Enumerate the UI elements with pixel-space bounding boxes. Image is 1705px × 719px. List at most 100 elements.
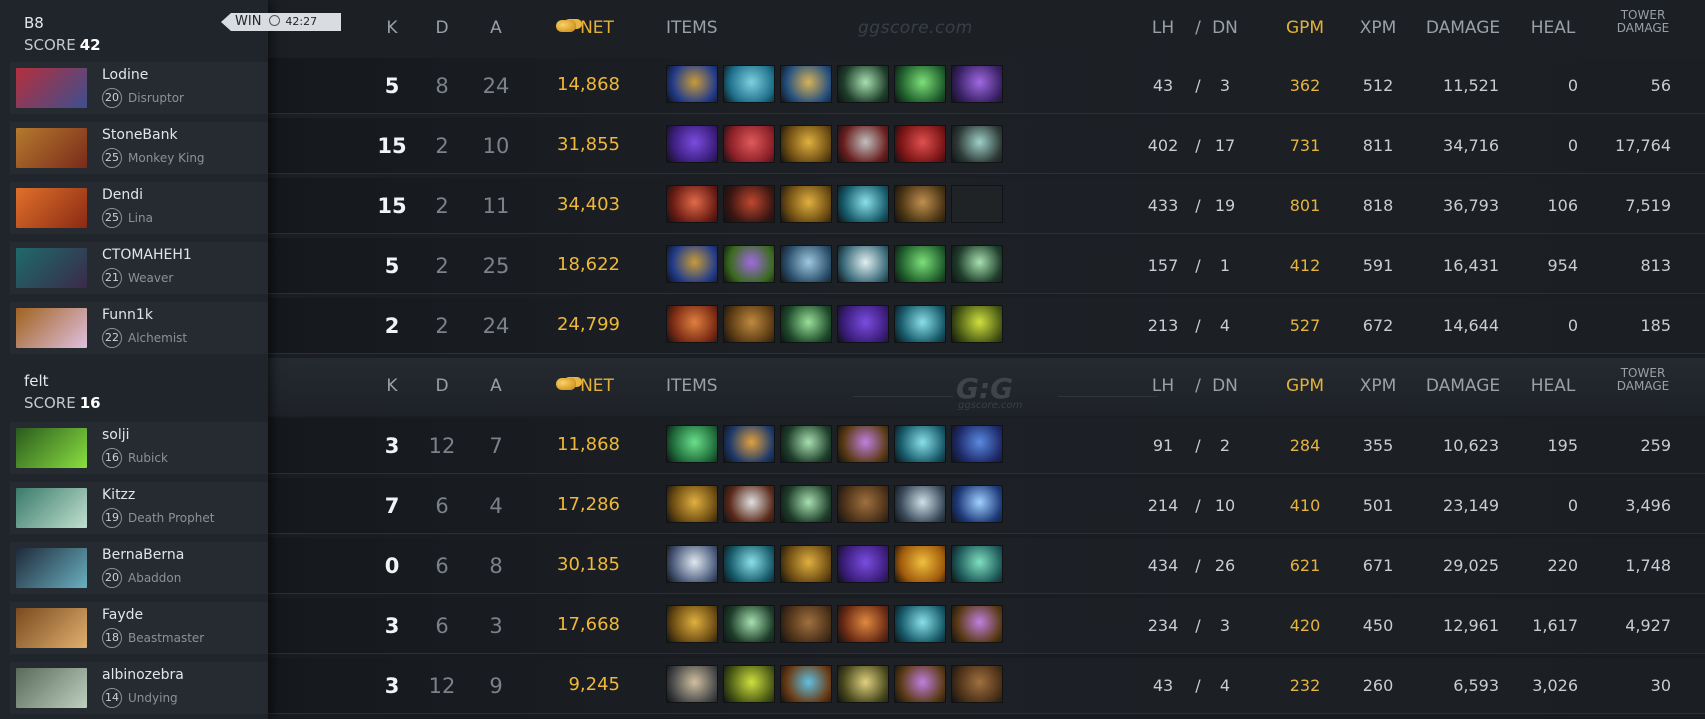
header-last-hits[interactable]: LH xyxy=(1138,18,1188,38)
item-icon[interactable] xyxy=(951,665,1003,703)
player-card[interactable]: СТОМАНЕН1 21 Weaver xyxy=(10,242,268,294)
player-name[interactable]: Lodine xyxy=(102,67,148,83)
header-assists[interactable]: A xyxy=(476,18,516,38)
hero-portrait[interactable] xyxy=(16,428,87,468)
player-name[interactable]: СТОМАНЕН1 xyxy=(102,247,192,263)
item-icon[interactable] xyxy=(837,425,889,463)
header-deaths[interactable]: D xyxy=(422,376,462,396)
player-name[interactable]: Fayde xyxy=(102,607,143,623)
hero-portrait[interactable] xyxy=(16,548,87,588)
hero-portrait[interactable] xyxy=(16,188,87,228)
hero-portrait[interactable] xyxy=(16,68,87,108)
item-icon[interactable] xyxy=(837,245,889,283)
item-icon[interactable] xyxy=(666,605,718,643)
item-icon[interactable] xyxy=(723,545,775,583)
player-card[interactable]: albinozebra 14 Undying xyxy=(10,662,268,714)
item-icon[interactable] xyxy=(666,425,718,463)
item-icon[interactable] xyxy=(894,305,946,343)
hero-portrait[interactable] xyxy=(16,248,87,288)
header-tower-damage[interactable]: TOWER DAMAGE xyxy=(1603,9,1683,35)
player-card[interactable]: Lodine 20 Disruptor xyxy=(10,62,268,114)
item-icon[interactable] xyxy=(780,485,832,523)
header-gpm[interactable]: GPM xyxy=(1270,376,1340,396)
header-deaths[interactable]: D xyxy=(422,18,462,38)
item-icon[interactable] xyxy=(666,485,718,523)
header-denies[interactable]: DN xyxy=(1200,18,1250,38)
item-icon[interactable] xyxy=(780,605,832,643)
player-name[interactable]: albinozebra xyxy=(102,667,184,683)
header-tower-damage[interactable]: TOWER DAMAGE xyxy=(1603,367,1683,393)
item-icon[interactable] xyxy=(894,605,946,643)
header-xpm[interactable]: XPM xyxy=(1343,376,1413,396)
hero-portrait[interactable] xyxy=(16,608,87,648)
item-icon[interactable] xyxy=(951,605,1003,643)
item-icon[interactable] xyxy=(780,65,832,103)
item-icon[interactable] xyxy=(666,65,718,103)
item-icon[interactable] xyxy=(894,665,946,703)
item-icon[interactable] xyxy=(723,305,775,343)
item-icon[interactable] xyxy=(894,485,946,523)
player-card[interactable]: solji 16 Rubick xyxy=(10,422,268,474)
item-icon[interactable] xyxy=(723,185,775,223)
item-icon[interactable] xyxy=(723,665,775,703)
item-icon[interactable] xyxy=(780,425,832,463)
item-icon[interactable] xyxy=(666,185,718,223)
item-icon[interactable] xyxy=(666,545,718,583)
header-heal[interactable]: HEAL xyxy=(1513,376,1593,396)
item-icon[interactable] xyxy=(723,245,775,283)
header-net-worth[interactable]: NET xyxy=(540,18,630,38)
item-icon[interactable] xyxy=(780,125,832,163)
item-icon[interactable] xyxy=(951,305,1003,343)
player-card[interactable]: StoneBank 25 Monkey King xyxy=(10,122,268,174)
item-icon[interactable] xyxy=(666,665,718,703)
player-card[interactable]: Fayde 18 Beastmaster xyxy=(10,602,268,654)
item-icon[interactable] xyxy=(837,125,889,163)
item-icon[interactable] xyxy=(780,305,832,343)
item-icon[interactable] xyxy=(723,65,775,103)
item-icon[interactable] xyxy=(780,185,832,223)
hero-portrait[interactable] xyxy=(16,488,87,528)
player-name[interactable]: StoneBank xyxy=(102,127,178,143)
player-card[interactable]: Kitzz 19 Death Prophet xyxy=(10,482,268,534)
player-card[interactable]: BernaBerna 20 Abaddon xyxy=(10,542,268,594)
player-card[interactable]: Dendi 25 Lina xyxy=(10,182,268,234)
item-icon[interactable] xyxy=(837,665,889,703)
item-icon[interactable] xyxy=(666,305,718,343)
item-icon[interactable] xyxy=(894,185,946,223)
item-icon[interactable] xyxy=(723,125,775,163)
item-icon[interactable] xyxy=(894,65,946,103)
item-icon[interactable] xyxy=(951,545,1003,583)
player-name[interactable]: Dendi xyxy=(102,187,143,203)
player-name[interactable]: solji xyxy=(102,427,130,443)
player-card[interactable]: Funn1k 22 Alchemist xyxy=(10,302,268,354)
item-icon[interactable] xyxy=(666,245,718,283)
player-name[interactable]: Funn1k xyxy=(102,307,153,323)
item-icon[interactable] xyxy=(837,605,889,643)
hero-portrait[interactable] xyxy=(16,128,87,168)
item-icon[interactable] xyxy=(837,545,889,583)
hero-portrait[interactable] xyxy=(16,308,87,348)
item-icon[interactable] xyxy=(780,665,832,703)
header-last-hits[interactable]: LH xyxy=(1138,376,1188,396)
item-icon[interactable] xyxy=(894,245,946,283)
item-icon[interactable] xyxy=(780,245,832,283)
item-icon[interactable] xyxy=(837,65,889,103)
item-icon[interactable] xyxy=(951,185,1003,223)
item-icon[interactable] xyxy=(780,545,832,583)
header-denies[interactable]: DN xyxy=(1200,376,1250,396)
player-name[interactable]: Kitzz xyxy=(102,487,135,503)
item-icon[interactable] xyxy=(837,305,889,343)
header-damage[interactable]: DAMAGE xyxy=(1413,376,1513,396)
item-icon[interactable] xyxy=(894,125,946,163)
header-xpm[interactable]: XPM xyxy=(1343,18,1413,38)
item-icon[interactable] xyxy=(951,125,1003,163)
header-gpm[interactable]: GPM xyxy=(1270,18,1340,38)
item-icon[interactable] xyxy=(666,125,718,163)
header-kills[interactable]: K xyxy=(372,18,412,38)
player-name[interactable]: BernaBerna xyxy=(102,547,184,563)
item-icon[interactable] xyxy=(951,425,1003,463)
item-icon[interactable] xyxy=(837,485,889,523)
item-icon[interactable] xyxy=(951,65,1003,103)
header-heal[interactable]: HEAL xyxy=(1513,18,1593,38)
item-icon[interactable] xyxy=(837,185,889,223)
